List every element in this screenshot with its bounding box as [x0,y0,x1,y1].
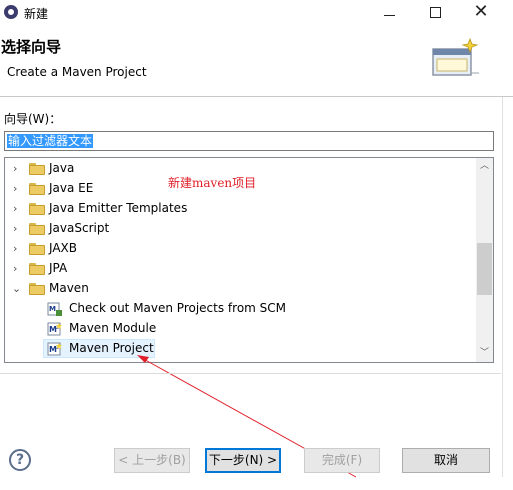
tree-item-label: Check out Maven Projects from SCM [69,301,287,315]
maven-module-icon: M 2 [47,322,62,336]
window-title: 新建 [24,7,49,21]
tree-item-label: Java [49,161,75,175]
help-icon[interactable]: ? [9,449,31,471]
dialog-edge [502,97,503,477]
scroll-thumb[interactable] [477,243,492,295]
tree-item-label: JPA [49,261,68,275]
tree-item-label: JavaScript [49,221,110,235]
maven-project-icon: M 2 [47,342,62,356]
new-wizard-banner-icon [432,37,479,76]
folder-icon [29,223,45,235]
tree-item-label: JAXB [49,241,77,255]
finish-button[interactable]: 完成(F) [304,448,380,473]
chevron-right-icon[interactable]: › [13,243,23,255]
tree-item-jpa[interactable]: › JPA [5,259,475,279]
wizards-label: 向导(W)： [4,112,62,126]
tree-item-label: Maven Project [69,341,154,355]
folder-open-icon [29,283,45,295]
maven-scm-icon: M [47,302,62,316]
maximize-button[interactable] [415,0,455,26]
tree-item-maven-project[interactable]: M 2 Maven Project [5,339,475,359]
filter-text: 输入过滤器文本 [7,134,94,148]
filter-input[interactable]: 输入过滤器文本 [4,131,494,151]
tree-vertical-scrollbar[interactable]: ︿ ﹀ [476,158,493,362]
tree-item-maven-module[interactable]: M 2 Maven Module [5,319,475,339]
tree-item-maven[interactable]: ⌄ Maven [5,279,475,299]
minimize-icon [383,15,395,16]
folder-icon [29,183,45,195]
chevron-right-icon[interactable]: › [13,203,23,215]
scroll-down-icon[interactable]: ﹀ [476,345,493,362]
cancel-button[interactable]: 取消 [402,448,490,473]
title-bar: 新建 ✕ [0,0,513,26]
button-bar-divider [0,373,501,374]
chevron-down-icon[interactable]: ⌄ [12,283,22,295]
annotation-text: 新建maven项目 [168,176,257,190]
tree-item-label: Java EE [49,181,94,195]
folder-icon [29,263,45,275]
tree-item-javascript[interactable]: › JavaScript [5,219,475,239]
folder-icon [29,243,45,255]
tree-item-jaxb[interactable]: › JAXB [5,239,475,259]
page-description: Create a Maven Project [7,65,147,79]
tree-item-label: Maven Module [69,321,157,335]
tree-item-checkout-maven-scm[interactable]: M Check out Maven Projects from SCM [5,299,475,319]
minimize-button[interactable] [369,0,409,26]
maximize-icon [429,7,441,18]
wizard-header: 选择向导 Create a Maven Project [0,26,513,97]
svg-text:M: M [49,305,56,313]
chevron-right-icon[interactable]: › [13,223,23,235]
tree-item-label: Java Emitter Templates [49,201,188,215]
chevron-right-icon[interactable]: › [13,263,23,275]
close-button[interactable]: ✕ [461,0,501,26]
page-title: 选择向导 [1,38,62,56]
back-button[interactable]: < 上一步(B) [114,448,190,473]
tree-item-java-emitter-templates[interactable]: › Java Emitter Templates [5,199,475,219]
folder-icon [29,203,45,215]
chevron-right-icon[interactable]: › [13,163,23,175]
close-icon: ✕ [473,1,489,22]
eclipse-icon [4,5,18,19]
chevron-right-icon[interactable]: › [13,183,23,195]
next-button[interactable]: 下一步(N) > [205,448,281,473]
folder-icon [29,163,45,175]
tree-item-label: Maven [49,281,89,295]
scroll-up-icon[interactable]: ︿ [476,158,493,175]
